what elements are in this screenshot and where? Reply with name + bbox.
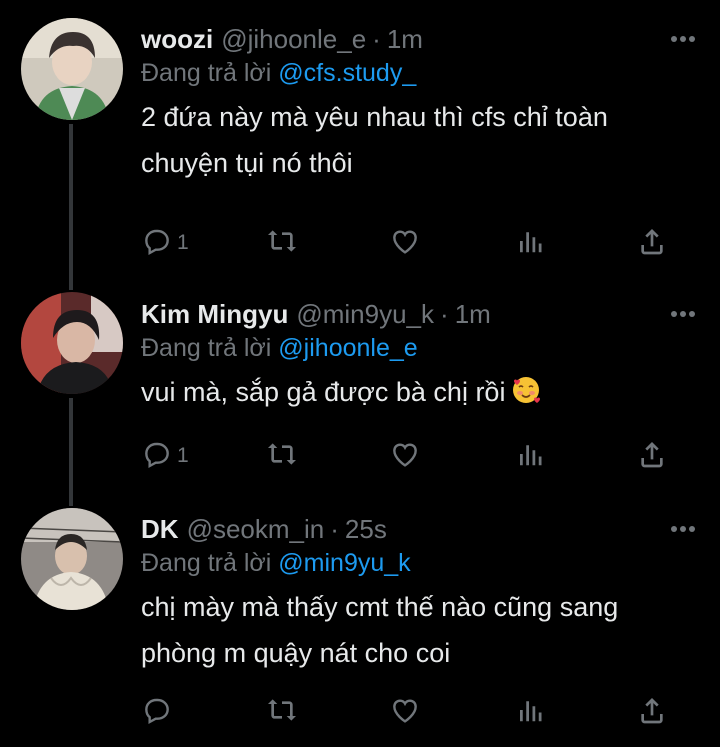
replying-to: Đang trả lời @cfs.study_ [141,58,698,88]
tweet-text-line: 2 đứa này mà yêu nhau thì cfs chỉ toàn [141,102,608,132]
timestamp[interactable]: 25s [345,514,387,544]
share-button[interactable] [636,438,668,474]
views-button[interactable] [515,438,545,474]
thread-line [69,398,73,506]
tweet-text-line: phòng m quậy nát cho coi [141,638,451,668]
smiling-face-with-hearts-icon [511,373,541,419]
views-icon [515,225,545,262]
like-icon [389,694,421,731]
tweet-actions [141,694,698,730]
reply-button[interactable] [141,694,177,730]
timestamp[interactable]: 1m [455,299,491,329]
views-icon [515,694,545,731]
tweet-text-line: chị mày mà thấy cmt thế nào cũng sang [141,592,619,622]
tweet-actions: 1 [141,225,698,261]
author-handle[interactable]: @min9yu_k [296,299,434,329]
replying-mention[interactable]: @jihoonle_e [278,334,417,362]
timestamp[interactable]: 1m [387,24,423,54]
avatar[interactable] [21,18,123,120]
share-icon [636,438,668,475]
like-icon [389,438,421,475]
separator-dot: · [330,514,339,544]
avatar[interactable] [21,292,123,394]
reply-thread: woozi @jihoonle_e · 1m Đang trả lời @cfs… [0,0,720,747]
separator-dot: · [440,299,449,329]
share-button[interactable] [636,694,668,730]
tweet-text: vui mà, sắp gả được bà chị rồi [141,369,698,419]
author-name[interactable]: woozi [141,24,213,54]
reply-icon [141,225,173,262]
views-button[interactable] [515,225,545,261]
reply-icon [141,438,173,475]
reply-count: 1 [177,444,189,467]
retweet-button[interactable] [265,438,299,474]
share-icon [636,694,668,731]
replying-to: Đang trả lời @min9yu_k [141,548,698,578]
views-button[interactable] [515,694,545,730]
replying-mention[interactable]: @cfs.study_ [278,59,416,87]
replying-label: Đang trả lời [141,59,272,87]
like-button[interactable] [389,694,421,730]
tweet-text: 2 đứa này mà yêu nhau thì cfs chỉ toàn c… [141,94,698,186]
reply-icon [141,694,173,731]
reply-button[interactable]: 1 [141,225,189,261]
share-icon [636,225,668,262]
retweet-button[interactable] [265,694,299,730]
thread-line [69,124,73,290]
tweet-text-line: chuyện tụi nó thôi [141,148,353,178]
tweet-text-line: vui mà, sắp gả được bà chị rồi [141,377,506,407]
more-icon[interactable] [668,24,698,54]
author-name[interactable]: DK [141,514,179,544]
retweet-icon [265,694,299,731]
views-icon [515,438,545,475]
tweet-text: chị mày mà thấy cmt thế nào cũng sang ph… [141,584,698,676]
replying-label: Đang trả lời [141,334,272,362]
replying-to: Đang trả lời @jihoonle_e [141,333,698,363]
reply-count: 1 [177,231,189,254]
avatar[interactable] [21,508,123,610]
share-button[interactable] [636,225,668,261]
author-handle[interactable]: @seokm_in [187,514,325,544]
like-icon [389,225,421,262]
reply-button[interactable]: 1 [141,438,189,474]
retweet-icon [265,438,299,475]
retweet-button[interactable] [265,225,299,261]
more-icon[interactable] [668,299,698,329]
separator-dot: · [372,24,381,54]
author-name[interactable]: Kim Mingyu [141,299,288,329]
author-handle[interactable]: @jihoonle_e [221,24,366,54]
tweet-actions: 1 [141,438,698,474]
retweet-icon [265,225,299,262]
like-button[interactable] [389,438,421,474]
like-button[interactable] [389,225,421,261]
replying-label: Đang trả lời [141,549,272,577]
more-icon[interactable] [668,514,698,544]
replying-mention[interactable]: @min9yu_k [278,549,410,577]
